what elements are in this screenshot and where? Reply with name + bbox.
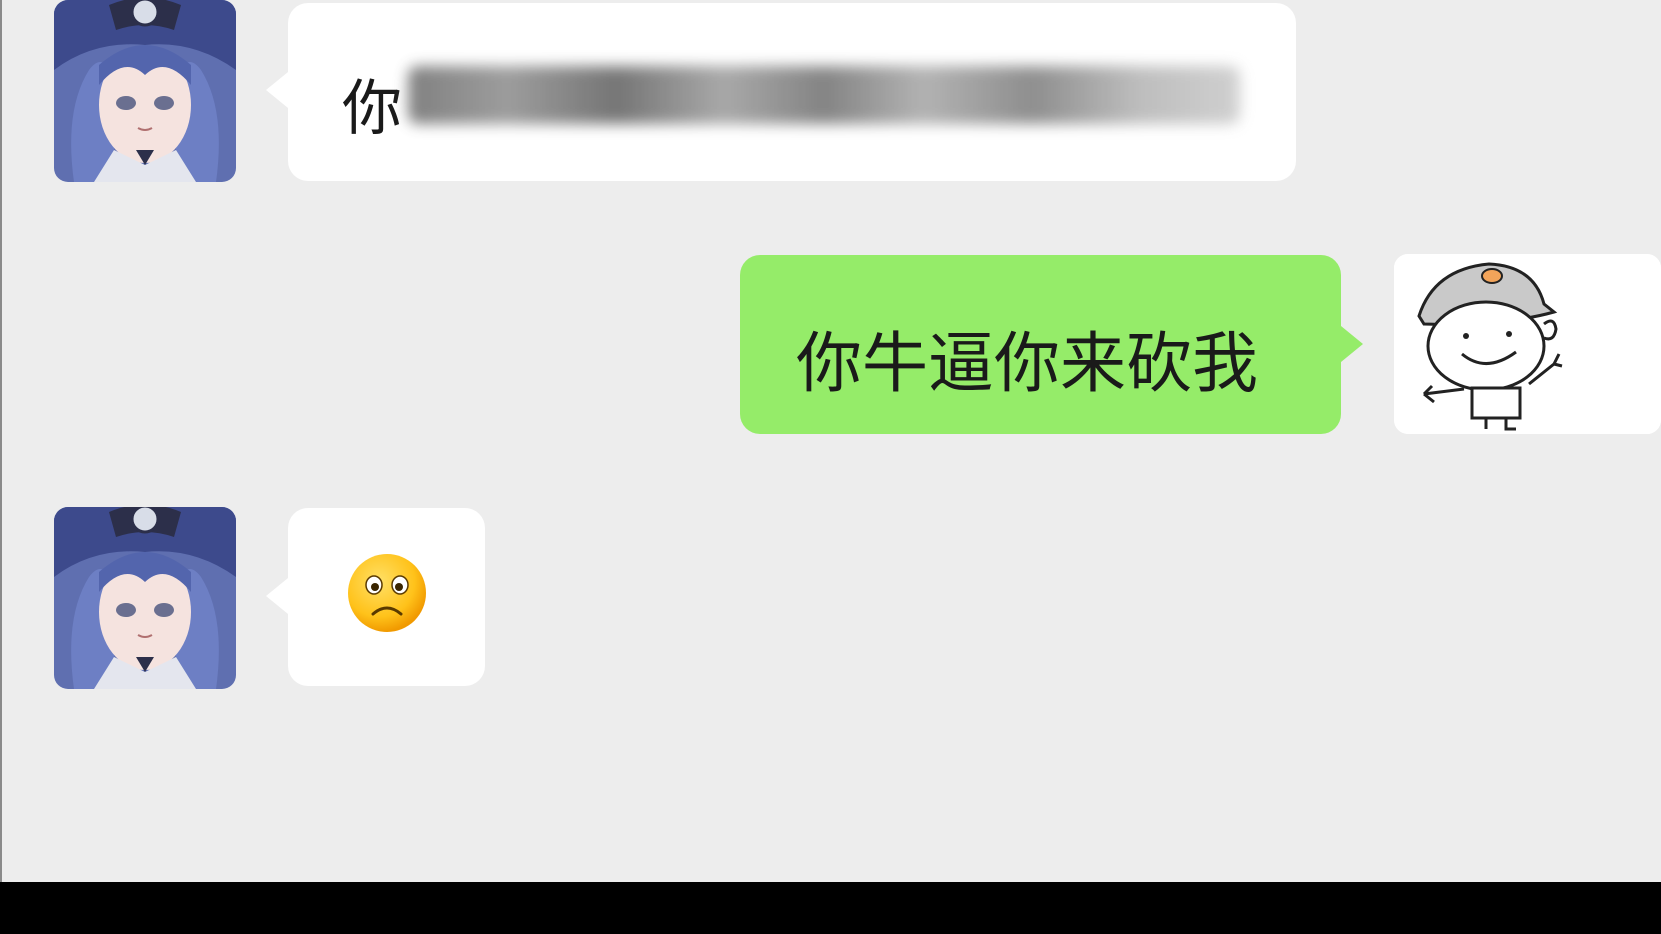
message-text: 你牛逼你来砍我 <box>796 325 1258 402</box>
blurred-text-region <box>408 66 1240 124</box>
window-edge <box>0 0 2 882</box>
cartoon-doodle-avatar-icon <box>1394 254 1661 434</box>
bubble-tail <box>1341 326 1363 362</box>
chat-area: 你 你牛逼你来砍我 <box>0 0 1661 882</box>
anime-character-avatar-icon <box>54 0 236 182</box>
bubble-tail <box>266 578 288 614</box>
avatar[interactable] <box>54 0 236 182</box>
message-text: 你 <box>342 74 402 144</box>
frowning-face-emoji-icon <box>346 552 428 634</box>
bubble-tail <box>266 72 288 108</box>
bottom-bar <box>0 882 1661 934</box>
anime-character-avatar-icon <box>54 507 236 689</box>
avatar[interactable] <box>54 507 236 689</box>
avatar[interactable] <box>1394 254 1661 434</box>
